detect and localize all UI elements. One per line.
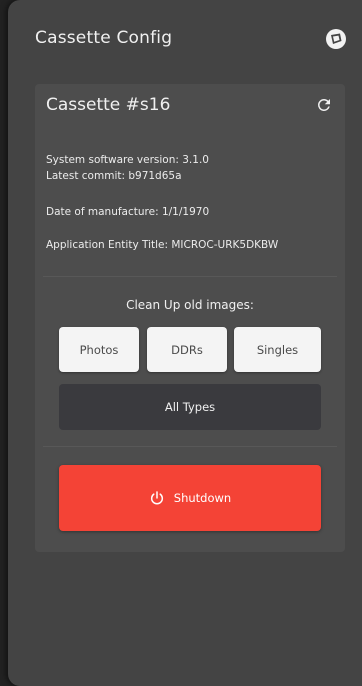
power-icon: [150, 491, 163, 505]
cleanup-label: Clean Up old images:: [126, 298, 254, 312]
refresh-icon[interactable]: [315, 96, 333, 114]
software-version-text: System software version: 3.1.0: [46, 154, 209, 166]
date-of-manufacture-text: Date of manufacture: 1/1/1970: [46, 206, 210, 218]
photos-button-label: Photos: [79, 342, 119, 357]
shutdown-button[interactable]: Shutdown: [59, 465, 321, 531]
cassette-config-panel: Cassette Config Cassette #s16 System sof…: [8, 0, 362, 686]
cassette-card: Cassette #s16 System software version: 3…: [35, 84, 345, 552]
all-types-button-label: All Types: [164, 400, 216, 414]
panel-title: Cassette Config: [35, 28, 173, 48]
divider: [43, 276, 337, 277]
info-version-block: System software version: 3.1.0 Latest co…: [46, 152, 209, 184]
ae-title-text: Application Entity Title: MICROC-URK5DKB…: [46, 239, 279, 251]
divider: [43, 446, 337, 447]
photos-button[interactable]: Photos: [59, 327, 139, 372]
all-types-button[interactable]: All Types: [59, 384, 321, 430]
singles-button[interactable]: Singles: [234, 327, 321, 372]
ddrs-button-label: DDRs: [171, 342, 203, 357]
shutdown-button-label: Shutdown: [173, 491, 232, 505]
cassette-card-title: Cassette #s16: [46, 95, 171, 115]
ddrs-button[interactable]: DDRs: [147, 327, 227, 372]
cassette-status-icon[interactable]: [325, 28, 347, 50]
latest-commit-text: Latest commit: b971d65a: [46, 170, 182, 182]
singles-button-label: Singles: [256, 342, 299, 357]
